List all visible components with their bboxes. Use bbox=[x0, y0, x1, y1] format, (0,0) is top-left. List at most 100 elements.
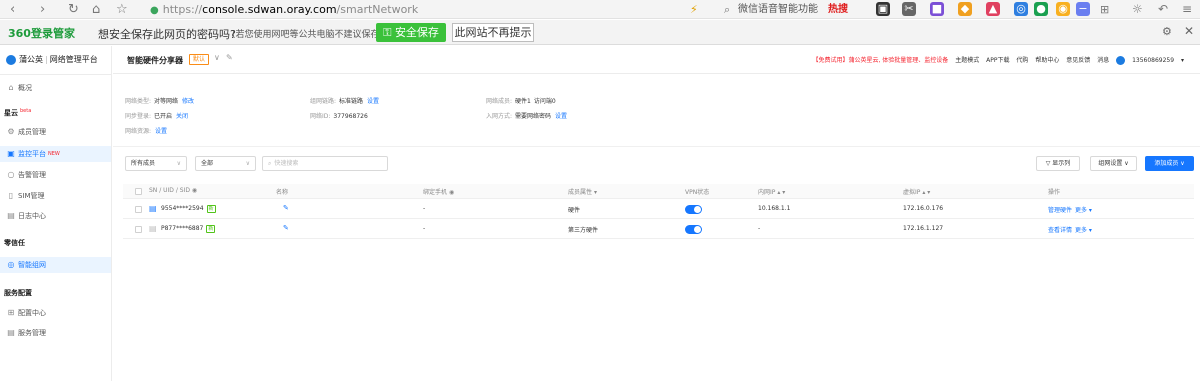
reload-icon[interactable]: ↻ bbox=[68, 1, 79, 18]
row-checkbox[interactable] bbox=[135, 206, 142, 213]
new-tag: 新 bbox=[206, 205, 216, 213]
password-save-question: 想安全保存此网页的密码吗? bbox=[98, 28, 236, 41]
sidebar-item-overview[interactable]: ⌂ 概况 bbox=[0, 80, 111, 96]
close-icon[interactable]: ✕ bbox=[1184, 24, 1194, 38]
edit-icon[interactable]: ✎ bbox=[226, 53, 233, 62]
close-sync-link[interactable]: 关闭 bbox=[176, 113, 188, 120]
search-input[interactable]: ⌕ 快速搜索 bbox=[262, 156, 388, 171]
game-icon[interactable]: ▲ bbox=[986, 2, 1000, 16]
monitor-icon: ▣ bbox=[7, 149, 15, 158]
avatar[interactable] bbox=[1116, 56, 1126, 65]
translate-icon[interactable]: ◎ bbox=[1014, 2, 1028, 16]
url-host: console.sdwan.oray.com bbox=[202, 3, 337, 16]
caret-down-icon[interactable]: ▾ bbox=[1181, 57, 1184, 64]
select-all-checkbox[interactable] bbox=[135, 188, 142, 195]
forward-icon[interactable]: › bbox=[40, 1, 45, 18]
link-settings-link[interactable]: 设置 bbox=[367, 98, 379, 105]
purchase-link[interactable]: 代购 bbox=[1016, 57, 1028, 64]
edit-icon[interactable]: ✎ bbox=[283, 204, 289, 212]
section-xingyun: 星云 beta bbox=[4, 108, 32, 117]
brand-logo[interactable]: 蒲公英 | 网络管理平台 bbox=[6, 54, 98, 65]
voice-search-text[interactable]: 微信语音智能功能 bbox=[738, 1, 818, 18]
info-resources: 网络资源: 设置 bbox=[125, 128, 168, 135]
app-download-link[interactable]: APP下载 bbox=[986, 57, 1009, 64]
free-trial-link[interactable]: 【免费试用】蒲公英星云, 体验批量管理、监控设备 bbox=[812, 57, 948, 64]
device-sn: P877****6887 新 bbox=[161, 225, 216, 233]
col-attribute[interactable]: 成员属性 ▾ bbox=[568, 187, 597, 196]
dandelion-logo-icon bbox=[6, 54, 16, 65]
address-bar[interactable]: ● https://console.sdwan.oray.com/smartNet… bbox=[150, 1, 418, 19]
undo-icon[interactable]: ↶ bbox=[1158, 1, 1168, 18]
theme-link[interactable]: 主题模式 bbox=[955, 57, 979, 64]
eye-icon[interactable]: ◉ bbox=[192, 187, 197, 194]
back-icon[interactable]: ‹ bbox=[10, 1, 15, 18]
search-placeholder: 快速搜索 bbox=[274, 160, 299, 167]
sidebar-item-alarm[interactable]: ○ 告警管理 bbox=[0, 167, 111, 183]
beta-badge: beta bbox=[20, 108, 32, 114]
net-settings-button[interactable]: 组网设置 ∨ bbox=[1090, 156, 1137, 171]
chevron-down-icon: ∨ bbox=[176, 160, 181, 167]
edit-icon[interactable]: ✎ bbox=[283, 224, 289, 232]
search-icon[interactable]: ⌕ bbox=[724, 1, 730, 18]
sidebar-item-members[interactable]: ⚙ 成员管理 bbox=[0, 124, 111, 140]
add-member-button[interactable]: 添加成员 ∨ bbox=[1145, 156, 1194, 171]
vpn-toggle[interactable] bbox=[685, 225, 702, 234]
home-icon[interactable]: ⌂ bbox=[92, 1, 100, 18]
more-link[interactable]: 更多 ▾ bbox=[1075, 225, 1092, 234]
sidebar-item-label: 告警管理 bbox=[18, 171, 46, 179]
manage-hardware-link[interactable]: 管理硬件 bbox=[1048, 205, 1072, 214]
shield-icon[interactable]: ◆ bbox=[958, 2, 972, 16]
sun-icon[interactable]: ☼ bbox=[1132, 1, 1143, 18]
hot-search-label[interactable]: 热搜 bbox=[828, 1, 848, 18]
sidebar: 蒲公英 | 网络管理平台 ⌂ 概况 星云 beta ⚙ 成员管理 ▣ 监控平台 NEW ○ 告警… bbox=[0, 46, 112, 381]
sidebar-item-config[interactable]: ⊞ 配置中心 bbox=[0, 305, 111, 321]
col-lan-ip[interactable]: 内网IP ▴ ▾ bbox=[758, 187, 785, 196]
brand-name: 蒲公英 bbox=[19, 55, 43, 64]
col-virtual-ip[interactable]: 虚拟IP ▴ ▾ bbox=[903, 187, 930, 196]
messages-link[interactable]: 消息 bbox=[1097, 57, 1109, 64]
feedback-link[interactable]: 意见反馈 bbox=[1066, 57, 1090, 64]
never-prompt-button[interactable]: 此网站不再提示 bbox=[452, 23, 534, 42]
chat-icon[interactable]: ● bbox=[1034, 2, 1048, 16]
member-filter-select[interactable]: 所有成员 ∨ bbox=[125, 156, 187, 171]
sidebar-item-label: SIM管理 bbox=[18, 192, 45, 200]
account-phone[interactable]: 13560869259 bbox=[1132, 57, 1174, 64]
gift-icon[interactable]: ◉ bbox=[1056, 2, 1070, 16]
menu-icon[interactable]: ≡ bbox=[1182, 1, 1192, 18]
chevron-down-icon: ∨ bbox=[245, 160, 250, 167]
grid-icon[interactable]: ⊞ bbox=[1100, 1, 1109, 18]
resource-settings-link[interactable]: 设置 bbox=[155, 128, 167, 135]
sidebar-item-service[interactable]: ▤ 服务管理 bbox=[0, 325, 111, 341]
virtual-ip: 172.16.1.127 bbox=[903, 225, 944, 232]
sidebar-item-smart-network[interactable]: ◎ 智能组网 bbox=[0, 257, 111, 273]
scissors-icon[interactable]: ✂ bbox=[902, 2, 916, 16]
default-badge: 默认 bbox=[189, 54, 210, 65]
sidebar-item-label: 概况 bbox=[18, 84, 32, 92]
chevron-down-icon[interactable]: ∨ bbox=[214, 53, 220, 62]
sidebar-item-logs[interactable]: ▤ 日志中心 bbox=[0, 208, 111, 224]
extension-icon[interactable]: ■ bbox=[930, 2, 944, 16]
more-link[interactable]: 更多 ▾ bbox=[1075, 205, 1092, 214]
lightning-icon[interactable]: ⚡ bbox=[690, 1, 698, 18]
table-row: ▤ P877****6887 新 ✎ - 第三方硬件 - 172.16.1.127… bbox=[123, 220, 1194, 239]
vpn-toggle[interactable] bbox=[685, 205, 702, 214]
minus-icon[interactable]: − bbox=[1076, 2, 1090, 16]
url-scheme: https:// bbox=[162, 3, 203, 16]
modify-net-type-link[interactable]: 修改 bbox=[182, 98, 194, 105]
sidebar-item-sim[interactable]: ▯ SIM管理 bbox=[0, 188, 111, 204]
gear-icon[interactable]: ⚙ bbox=[1162, 25, 1172, 38]
type-filter-value: 全部 bbox=[201, 160, 214, 167]
join-settings-link[interactable]: 设置 bbox=[555, 113, 567, 120]
view-details-link[interactable]: 查看详情 bbox=[1048, 225, 1072, 234]
info-members: 网络成员: 硬件1 访问端0 bbox=[486, 98, 556, 105]
row-checkbox[interactable] bbox=[135, 226, 142, 233]
star-icon[interactable]: ☆ bbox=[116, 1, 128, 18]
screenshot-icon[interactable]: ▣ bbox=[876, 2, 890, 16]
sidebar-item-monitor[interactable]: ▣ 监控平台 NEW bbox=[0, 146, 111, 162]
help-link[interactable]: 帮助中心 bbox=[1035, 57, 1059, 64]
eye-icon[interactable]: ◉ bbox=[449, 189, 454, 196]
safe-save-button[interactable]: ⚿ 安全保存 bbox=[376, 23, 446, 42]
show-columns-button[interactable]: ▽ 显示列 bbox=[1036, 156, 1080, 171]
table-header: SN / UID / SID ◉ 名称 绑定手机 ◉ 成员属性 ▾ VPN状态 … bbox=[123, 184, 1194, 199]
type-filter-select[interactable]: 全部 ∨ bbox=[195, 156, 256, 171]
